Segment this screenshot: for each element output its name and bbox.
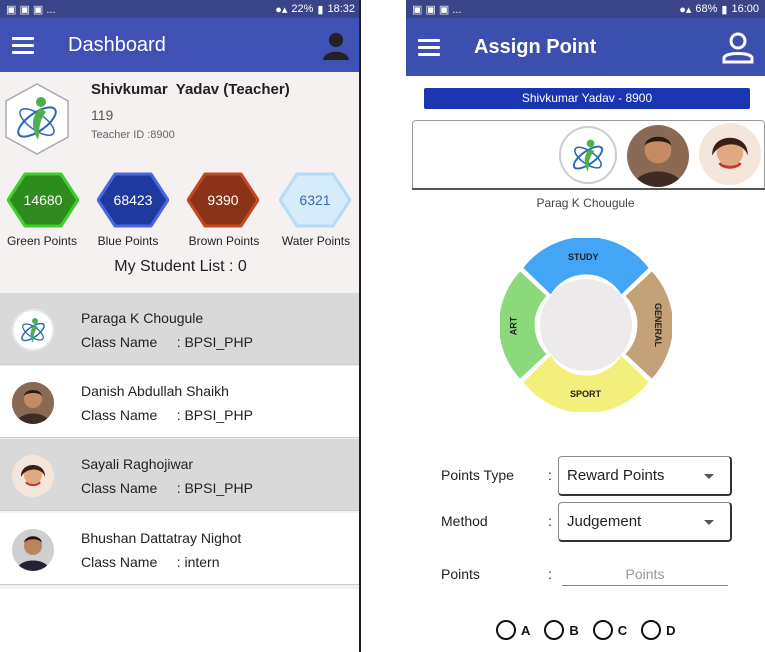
student-class: Class Name : BPSI_PHP xyxy=(81,480,253,496)
assign-point-screen: ▣ ▣ ▣ ... ●▴ 68% ▮ 16:00 Assign Point Sh… xyxy=(406,0,765,652)
option-d[interactable]: D xyxy=(641,620,681,640)
notification-icons: ▣ ▣ ▣ ... xyxy=(6,3,56,16)
blue-points-value: 68423 xyxy=(113,192,153,208)
brown-points-value: 9390 xyxy=(207,192,239,208)
student-row[interactable]: Sayali Raghojiwar Class Name : BPSI_PHP xyxy=(0,439,359,511)
menu-icon[interactable] xyxy=(12,36,34,54)
points-type-colon: : xyxy=(548,467,552,483)
user-icon[interactable] xyxy=(721,30,755,69)
option-b[interactable]: B xyxy=(544,620,584,640)
app-toolbar: Assign Point xyxy=(406,18,765,76)
student-row[interactable]: Danish Abdullah Shaikh Class Name : BPSI… xyxy=(0,366,359,438)
menu-icon[interactable] xyxy=(418,38,440,56)
student-avatar-strip[interactable] xyxy=(412,120,765,190)
student-row[interactable]: Bhushan Dattatray Nighot Class Name : in… xyxy=(0,513,359,585)
teacher-id: Teacher ID :8900 xyxy=(91,129,175,141)
strip-divider xyxy=(412,188,765,190)
water-points-value: 6321 xyxy=(299,192,331,208)
points-type-label: Points Type xyxy=(441,467,514,483)
page-title: Assign Point xyxy=(474,35,597,58)
teacher-number: 119 xyxy=(91,107,114,123)
option-c-label: C xyxy=(617,622,628,638)
wheel-center xyxy=(540,279,632,371)
brown-points-badge[interactable]: 9390 xyxy=(186,172,260,228)
student-list-title: My Student List : 0 xyxy=(114,258,247,275)
radio-d[interactable] xyxy=(641,620,662,640)
art-label: ART xyxy=(508,316,519,336)
teacher-name: Shivkumar Yadav (Teacher) xyxy=(91,81,290,98)
option-c[interactable]: C xyxy=(592,620,633,640)
student-class: Class Name : BPSI_PHP xyxy=(81,334,253,350)
student-avatar xyxy=(12,309,54,351)
student-avatar xyxy=(12,529,54,571)
method-colon: : xyxy=(548,513,552,529)
points-type-value: Reward Points xyxy=(567,467,665,484)
signal-icon: ●▴ xyxy=(679,3,692,16)
battery-percent: 22% xyxy=(291,3,314,15)
student-avatar xyxy=(12,455,54,497)
general-label: GENERAL xyxy=(653,302,664,348)
student-name: Sayali Raghojiwar xyxy=(81,456,194,472)
chevron-down-icon xyxy=(704,520,714,525)
water-points-label: Water Points xyxy=(281,234,351,248)
student-class: Class Name : intern xyxy=(81,554,220,570)
option-d-label: D xyxy=(666,622,676,638)
points-colon: : xyxy=(548,566,552,582)
student-avatar[interactable] xyxy=(699,123,761,185)
green-points-badge[interactable]: 14680 xyxy=(6,172,80,228)
student-avatar[interactable] xyxy=(627,125,689,187)
notification-icons: ▣ ▣ ▣ ... xyxy=(412,3,462,16)
student-row[interactable]: Paraga K Chougule Class Name : BPSI_PHP xyxy=(0,293,359,365)
radio-b[interactable] xyxy=(544,620,565,640)
list-empty-area xyxy=(0,589,359,652)
user-icon[interactable] xyxy=(321,30,351,65)
selected-student-avatar[interactable] xyxy=(559,126,617,184)
screen-divider xyxy=(359,0,361,652)
teacher-banner: Shivkumar Yadav - 8900 xyxy=(424,88,750,109)
method-value: Judgement xyxy=(567,513,642,530)
clock: 18:32 xyxy=(327,3,355,15)
battery-icon: ▮ xyxy=(721,3,728,16)
battery-percent: 68% xyxy=(695,3,718,15)
selected-student-name: Parag K Chougule xyxy=(536,196,635,210)
option-b-label: B xyxy=(569,622,579,638)
option-radio-group: A B C D xyxy=(496,620,682,640)
radio-c[interactable] xyxy=(592,620,613,640)
option-a-label: A xyxy=(521,622,531,638)
study-label: STUDY xyxy=(568,252,599,262)
chevron-down-icon xyxy=(704,474,714,479)
app-toolbar: Dashboard xyxy=(0,18,361,72)
water-points-badge[interactable]: 6321 xyxy=(278,172,352,228)
battery-icon: ▮ xyxy=(317,3,324,16)
student-class: Class Name : BPSI_PHP xyxy=(81,407,253,423)
points-input[interactable] xyxy=(562,562,728,586)
points-type-select[interactable]: Reward Points xyxy=(558,456,732,496)
page-title: Dashboard xyxy=(68,33,166,56)
option-a[interactable]: A xyxy=(496,620,536,640)
student-name: Bhushan Dattatray Nighot xyxy=(81,530,242,546)
blue-points-badge[interactable]: 68423 xyxy=(96,172,170,228)
clock: 16:00 xyxy=(731,3,759,15)
category-wheel[interactable]: STUDY SPORT ART GENERAL xyxy=(497,235,675,417)
radio-a[interactable] xyxy=(496,620,516,640)
status-bar: ▣ ▣ ▣ ... ●▴ 22% ▮ 18:32 xyxy=(0,0,361,18)
method-label: Method xyxy=(441,513,488,529)
student-name: Danish Abdullah Shaikh xyxy=(81,383,229,399)
blue-points-label: Blue Points xyxy=(97,234,159,248)
green-points-label: Green Points xyxy=(6,234,78,248)
dashboard-screen: ▣ ▣ ▣ ... ●▴ 22% ▮ 18:32 Dashboard Shivk… xyxy=(0,0,361,652)
green-points-value: 14680 xyxy=(23,192,63,208)
sport-label: SPORT xyxy=(570,389,602,399)
school-logo xyxy=(2,82,72,161)
student-name: Paraga K Chougule xyxy=(81,310,204,326)
method-select[interactable]: Judgement xyxy=(558,502,732,542)
student-avatar xyxy=(12,382,54,424)
brown-points-label: Brown Points xyxy=(188,234,260,248)
status-bar: ▣ ▣ ▣ ... ●▴ 68% ▮ 16:00 xyxy=(406,0,765,18)
points-label: Points xyxy=(441,566,480,582)
signal-icon: ●▴ xyxy=(275,3,288,16)
